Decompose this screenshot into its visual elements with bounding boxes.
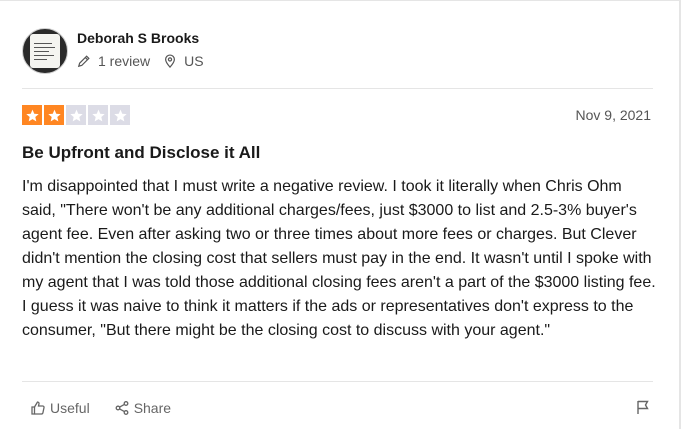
pencil-icon	[77, 55, 90, 68]
reviewer-name[interactable]: Deborah S Brooks	[77, 29, 217, 47]
review-actions: Useful Share	[30, 398, 651, 418]
reviewer-header: Deborah S Brooks 1 review US	[22, 27, 217, 75]
reviewer-location: US	[163, 53, 204, 69]
star-empty	[66, 105, 86, 125]
star-rating	[22, 105, 130, 125]
reviewer-meta: 1 review US	[77, 53, 217, 69]
star-empty	[88, 105, 108, 125]
review-title[interactable]: Be Upfront and Disclose it All	[22, 143, 260, 163]
star-filled	[22, 105, 42, 125]
useful-label: Useful	[50, 400, 90, 416]
star-icon	[113, 109, 127, 121]
useful-button[interactable]: Useful	[30, 400, 90, 416]
avatar[interactable]	[22, 28, 68, 74]
header-divider	[22, 88, 653, 89]
share-button[interactable]: Share	[114, 400, 171, 416]
share-label: Share	[133, 400, 172, 416]
share-icon	[115, 401, 129, 415]
star-icon	[25, 109, 39, 121]
avatar-image	[30, 34, 60, 68]
footer-divider	[22, 381, 653, 382]
review-date: Nov 9, 2021	[575, 107, 652, 123]
thumbs-up-icon	[31, 401, 45, 415]
reviewer-info: Deborah S Brooks 1 review US	[77, 30, 217, 69]
report-button[interactable]	[635, 399, 651, 420]
star-filled	[44, 105, 64, 125]
star-icon	[47, 109, 61, 121]
star-empty	[110, 105, 130, 125]
location-pin-icon	[165, 54, 176, 68]
star-icon	[69, 109, 83, 121]
review-count: 1 review	[77, 53, 150, 69]
location-label: US	[184, 53, 204, 69]
review-card: Deborah S Brooks 1 review US Nov 9, 2021…	[0, 0, 681, 429]
star-icon	[91, 109, 105, 121]
review-count-label: 1 review	[98, 53, 151, 69]
flag-icon	[637, 400, 649, 414]
review-body: I'm disappointed that I must write a neg…	[22, 178, 656, 339]
